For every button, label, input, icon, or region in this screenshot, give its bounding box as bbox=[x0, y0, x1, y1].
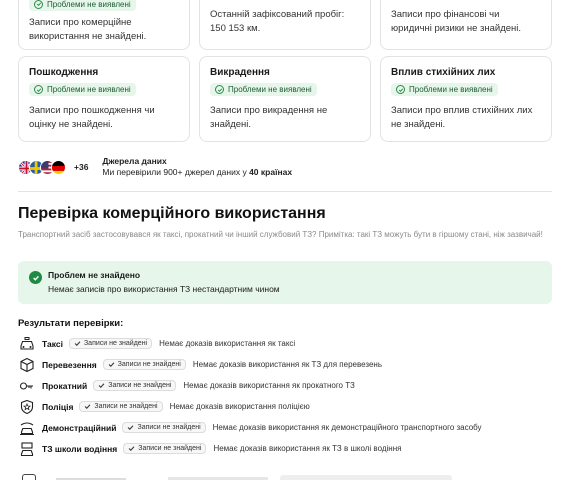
sources-text-prefix: Ми перевірили 900+ джерел даних у bbox=[102, 167, 250, 177]
box-icon bbox=[18, 356, 35, 373]
result-badge-label: Записи не знайдені bbox=[108, 382, 172, 389]
result-name: Таксі bbox=[42, 338, 63, 349]
check-icon bbox=[85, 404, 91, 410]
showroom-car-icon bbox=[18, 419, 35, 436]
card-commercial-use: Проблеми не виявлені Записи про комерцій… bbox=[18, 0, 190, 50]
check-circle-icon bbox=[29, 271, 42, 284]
divider bbox=[18, 191, 552, 192]
status-badge: Проблеми не виявлені bbox=[29, 83, 136, 96]
result-row-demo: Демонстраційний Записи не знайдені Немає… bbox=[18, 417, 482, 438]
result-row-police: Поліція Записи не знайдені Немає доказів… bbox=[18, 396, 482, 417]
germany-flag-icon bbox=[51, 159, 66, 175]
banner-description: Немає записів про використання ТЗ нестан… bbox=[48, 284, 280, 294]
status-badge-label: Проблеми не виявлені bbox=[47, 85, 131, 94]
card-title: Вплив стихійних лих bbox=[391, 67, 496, 78]
card-damage: Пошкодження Проблеми не виявлені Записи … bbox=[18, 56, 190, 142]
no-issues-banner: Проблем не знайдено Немає записів про ви… bbox=[18, 261, 552, 304]
sources-text: Джерела даних Ми перевірили 900+ джерел … bbox=[102, 156, 292, 178]
banner-title: Проблем не знайдено bbox=[48, 270, 141, 280]
card-mileage: Останній зафіксований пробіг: 150 153 км… bbox=[199, 0, 371, 50]
result-name: Поліція bbox=[42, 401, 74, 412]
card-description: Записи про викрадення не знайдені. bbox=[210, 104, 328, 130]
check-icon bbox=[34, 85, 43, 94]
result-badge: Записи не знайдені bbox=[79, 401, 163, 412]
police-badge-icon bbox=[18, 398, 35, 415]
card-description: Останній зафіксований пробіг: 150 153 км… bbox=[210, 9, 345, 34]
card-theft: Викрадення Проблеми не виявлені Записи п… bbox=[199, 56, 371, 142]
card-natural-disaster: Вплив стихійних лих Проблеми не виявлені… bbox=[380, 56, 552, 142]
result-badge-label: Записи не знайдені bbox=[83, 340, 148, 347]
result-badge-label: Записи не знайдені bbox=[117, 361, 181, 368]
next-section-cropped bbox=[18, 470, 552, 480]
check-icon bbox=[128, 425, 134, 431]
check-icon bbox=[396, 85, 405, 94]
card-description: Записи про фінансові чи юридичні ризики … bbox=[391, 9, 522, 34]
status-badge: Проблеми не виявлені bbox=[210, 83, 317, 96]
result-text: Немає доказів використання як таксі bbox=[159, 339, 296, 348]
result-name: ТЗ школи водіння bbox=[42, 443, 118, 454]
result-name: Прокатний bbox=[42, 380, 88, 391]
sources-description: Ми перевірили 900+ джерел даних у 40 кра… bbox=[102, 167, 292, 178]
result-badge-label: Записи не знайдені bbox=[94, 403, 158, 410]
check-icon bbox=[34, 0, 43, 9]
sources-title: Джерела даних bbox=[102, 156, 167, 166]
result-text: Немає доказів використання як прокатного… bbox=[183, 381, 355, 390]
result-row-rental: Прокатний Записи не знайдені Немає доказ… bbox=[18, 375, 482, 396]
status-badge: Проблеми не виявлені bbox=[391, 83, 498, 96]
taxi-icon bbox=[18, 335, 35, 352]
result-row-taxi: Таксі Записи не знайдені Немає доказів в… bbox=[18, 333, 482, 354]
result-badge: Записи не знайдені bbox=[68, 338, 153, 349]
section-title: Перевірка комерційного використання bbox=[18, 205, 326, 222]
car-icon bbox=[22, 474, 36, 480]
result-text: Немає доказів використання поліцією bbox=[169, 402, 310, 411]
section-description: Транспортний засіб застосовувався як так… bbox=[18, 230, 543, 239]
result-badge: Записи не знайдені bbox=[122, 422, 206, 433]
card-finance: Записи про фінансові чи юридичні ризики … bbox=[380, 0, 552, 50]
card-description: Записи про комерційне використання не зн… bbox=[29, 17, 147, 42]
result-row-transport: Перевезення Записи не знайдені Немає док… bbox=[18, 354, 482, 375]
cropped-panel bbox=[280, 475, 452, 480]
card-description: Записи про вплив стихійних лих не знайде… bbox=[391, 104, 533, 130]
status-badge-label: Проблеми не виявлені bbox=[409, 85, 493, 94]
data-sources: +36 Джерела даних Ми перевірили 900+ дже… bbox=[18, 156, 292, 178]
results-list: Таксі Записи не знайдені Немає доказів в… bbox=[18, 333, 482, 459]
result-badge: Записи не знайдені bbox=[102, 359, 186, 370]
result-name: Перевезення bbox=[42, 359, 97, 370]
check-icon bbox=[108, 362, 115, 368]
status-badge-label: Проблеми не виявлені bbox=[47, 0, 131, 9]
more-countries-count: +36 bbox=[74, 162, 89, 172]
result-row-driving-school: ТЗ школи водіння Записи не знайдені Нема… bbox=[18, 438, 482, 459]
car-key-icon bbox=[18, 377, 35, 394]
result-badge-label: Записи не знайдені bbox=[137, 424, 201, 431]
check-icon bbox=[215, 85, 224, 94]
check-icon bbox=[128, 446, 135, 452]
result-text: Немає доказів використання як ТЗ в школі… bbox=[213, 444, 402, 453]
status-badge-label: Проблеми не виявлені bbox=[228, 85, 312, 94]
result-badge: Записи не знайдені bbox=[123, 443, 207, 454]
card-title: Викрадення bbox=[210, 67, 270, 78]
result-text: Немає доказів використання як ТЗ для пер… bbox=[192, 360, 383, 369]
result-badge: Записи не знайдені bbox=[93, 380, 177, 391]
result-badge-label: Записи не знайдені bbox=[138, 445, 202, 452]
check-icon bbox=[98, 383, 105, 389]
check-icon bbox=[74, 341, 81, 347]
driving-school-icon bbox=[18, 440, 35, 457]
country-flags bbox=[18, 159, 66, 175]
status-cards: Проблеми не виявлені Записи про комерцій… bbox=[18, 0, 552, 142]
results-title: Результати перевірки: bbox=[18, 318, 124, 329]
result-name: Демонстраційний bbox=[42, 422, 117, 433]
card-title: Пошкодження bbox=[29, 67, 99, 78]
result-text: Немає доказів використання як демонстрац… bbox=[212, 423, 482, 432]
card-description: Записи про пошкодження чи оцінку не знай… bbox=[29, 104, 155, 130]
sources-text-bold: 40 країнах bbox=[249, 167, 293, 177]
status-badge: Проблеми не виявлені bbox=[29, 0, 136, 11]
